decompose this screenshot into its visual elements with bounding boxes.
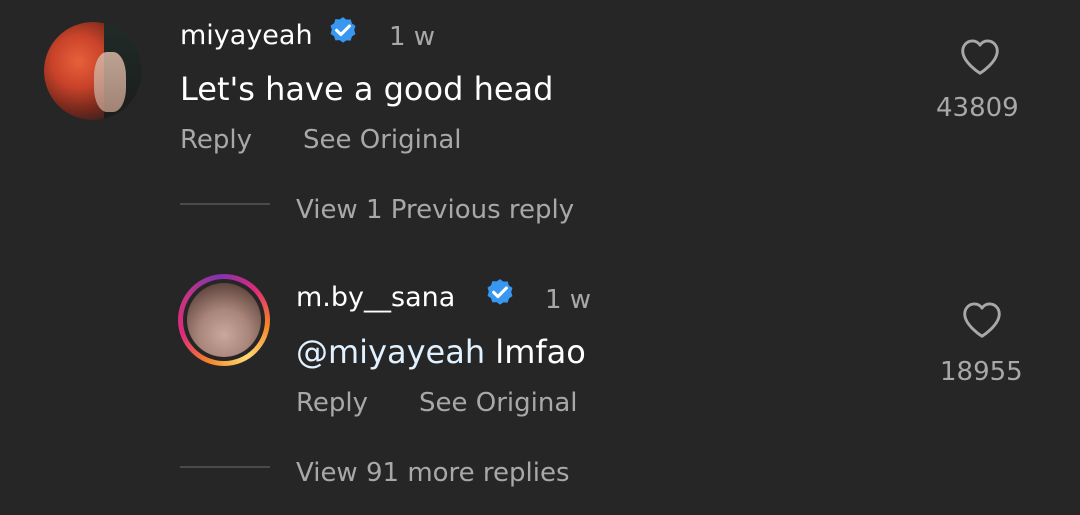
view-replies-button[interactable]: View 1 Previous reply <box>296 197 574 223</box>
avatar-miyayeah[interactable] <box>44 22 142 120</box>
reply-text: @miyayeah lmfao <box>296 336 586 368</box>
reply-button[interactable]: Reply <box>296 390 368 416</box>
comments-panel: miyayeah 1 w Let's have a good head Repl… <box>0 0 1080 515</box>
reply-text-body: lmfao <box>485 333 586 371</box>
avatar-story-ring[interactable] <box>178 274 270 366</box>
like-count: 18955 <box>940 357 1023 387</box>
comment-time: 1 w <box>389 22 436 52</box>
see-original-button[interactable]: See Original <box>419 390 578 416</box>
reply-username[interactable]: m.by__sana <box>296 284 455 311</box>
verified-badge-icon <box>487 279 513 305</box>
like-count: 43809 <box>936 93 1019 123</box>
comment-username[interactable]: miyayeah <box>180 22 313 49</box>
verified-badge-icon <box>330 17 356 43</box>
avatar-face <box>94 52 126 112</box>
see-original-button[interactable]: See Original <box>303 127 462 153</box>
avatar-m-by-sana <box>187 283 261 357</box>
reply-button[interactable]: Reply <box>180 127 252 153</box>
reply-time: 1 w <box>545 285 592 315</box>
heart-icon[interactable] <box>958 36 1002 76</box>
comment-text: Let's have a good head <box>180 70 554 108</box>
heart-icon[interactable] <box>960 299 1004 339</box>
mention-link[interactable]: @miyayeah <box>296 333 485 371</box>
replies-divider <box>180 203 270 205</box>
view-more-replies-button[interactable]: View 91 more replies <box>296 460 570 486</box>
replies-divider <box>180 466 270 468</box>
